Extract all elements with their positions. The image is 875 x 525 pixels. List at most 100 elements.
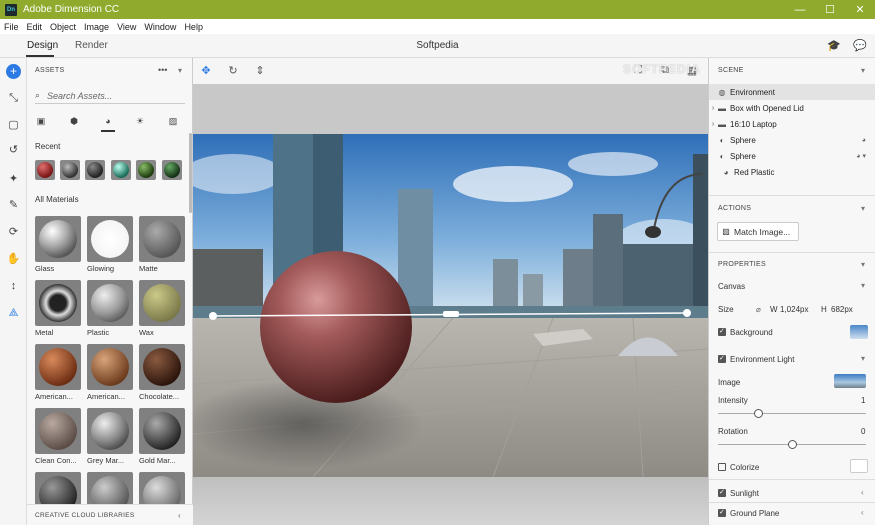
frame-tool-icon[interactable]: ▢ [6,118,21,133]
images-icon[interactable]: ▨ [167,115,179,127]
scene-item-environment[interactable]: ◍ Environment [709,84,875,100]
menu-edit[interactable]: Edit [27,22,43,32]
material-chocolate[interactable]: Chocolate... [139,344,185,401]
cc-libraries-bar[interactable]: CREATIVE CLOUD LIBRARIES ‹ [27,504,193,525]
material-grey-marble[interactable]: Grey Mar... [87,408,133,465]
select-tool-icon[interactable]: ⤡ [6,91,21,106]
background-thumbnail[interactable] [850,325,868,339]
menu-window[interactable]: Window [144,22,176,32]
height-input[interactable]: 682px [831,305,853,314]
intensity-slider-knob[interactable] [753,409,763,418]
maximize-button[interactable]: ☐ [815,0,845,19]
scale-tool-icon[interactable]: ⇕ [253,64,267,78]
ground-plane-row[interactable]: Ground Plane [718,508,779,518]
menu-image[interactable]: Image [84,22,109,32]
minimize-button[interactable]: — [785,0,815,19]
material-matte[interactable]: Matte [139,216,185,273]
active-tab-indicator [26,55,54,57]
recent-material-thumb[interactable] [35,160,55,180]
intensity-slider-track[interactable] [718,413,866,414]
menu-view[interactable]: View [117,22,136,32]
rotate-tool-icon[interactable]: ↻ [226,64,240,78]
search-assets[interactable]: ⌕ Search Assets... [35,88,185,104]
colorize-checkbox[interactable] [718,462,726,471]
add-icon[interactable]: + [6,64,21,79]
properties-collapse-icon[interactable]: ▾ [861,260,865,269]
rotation-slider-knob[interactable] [787,440,797,449]
tab-render[interactable]: Render [75,40,108,51]
chevron-left-icon[interactable]: ‹ [178,511,181,520]
material-glowing[interactable]: Glowing [87,216,133,273]
material-american-2[interactable]: American... [87,344,133,401]
match-image-button[interactable]: ▨ Match Image... [717,222,799,241]
tab-design[interactable]: Design [27,40,58,51]
magic-wand-icon[interactable]: ✦ [6,172,21,187]
pan-camera-icon[interactable]: ✋ [6,252,21,267]
recent-material-thumb[interactable] [136,160,156,180]
material-wax[interactable]: Wax [139,280,185,337]
actions-collapse-icon[interactable]: ▾ [861,204,865,213]
material-glass[interactable]: Glass [35,216,81,273]
orbit-tool-icon[interactable]: ↺ [6,143,21,158]
scene-collapse-icon[interactable]: ▾ [861,66,865,75]
scene-item-box[interactable]: › ▬ Box with Opened Lid [709,100,875,116]
scene-item-red-plastic[interactable]: ◕ Red Plastic [709,164,875,180]
shapes-icon[interactable]: ⬢ [68,115,80,127]
colorize-row[interactable]: Colorize [718,462,759,472]
scene-viewport[interactable] [193,134,708,477]
recent-material-thumb[interactable] [60,160,80,180]
sunlight-expand-icon[interactable]: ‹ [861,488,864,497]
intensity-value[interactable]: 1 [861,396,865,405]
ground-plane-expand-icon[interactable]: ‹ [861,508,864,517]
material-clean-concrete[interactable]: Clean Con... [35,408,81,465]
eyedropper-icon[interactable]: ✎ [6,198,21,213]
assets-scrollbar[interactable] [189,133,192,213]
colorize-swatch[interactable] [850,459,868,473]
material-thumb[interactable] [35,472,81,506]
search-input[interactable]: Search Assets... [47,91,112,101]
material-plastic[interactable]: Plastic [87,280,133,337]
scene-item-sphere-1[interactable]: ◐ Sphere ◕ [709,132,875,148]
background-row[interactable]: Background [718,327,773,337]
material-thumb[interactable] [139,472,185,506]
expand-icon[interactable]: › [709,121,717,128]
menu-file[interactable]: File [4,22,19,32]
environment-image-thumbnail[interactable] [834,374,866,388]
material-gold-marble[interactable]: Gold Mar... [139,408,185,465]
models-icon[interactable]: ▣ [35,115,47,127]
orbit-camera-icon[interactable]: ⟳ [6,225,21,240]
close-button[interactable]: ✕ [845,0,875,19]
environment-light-checkbox[interactable] [718,354,726,363]
ground-plane-checkbox[interactable] [718,508,726,517]
expand-icon[interactable]: › [709,105,717,112]
feedback-icon[interactable]: 💬 [853,39,867,53]
learn-icon[interactable]: 🎓 [827,39,841,53]
background-checkbox[interactable] [718,327,726,336]
horizon-tool-icon[interactable]: ⟁ [6,306,21,321]
environment-light-row[interactable]: Environment Light [718,354,794,364]
canvas-collapse-icon[interactable]: ▾ [861,281,865,290]
material-metal[interactable]: Metal [35,280,81,337]
rotation-value[interactable]: 0 [861,427,865,436]
material-american-1[interactable]: American... [35,344,81,401]
material-expand-icon[interactable]: ◕ ▾ [856,152,866,160]
menu-object[interactable]: Object [50,22,76,32]
sunlight-row[interactable]: Sunlight [718,488,759,498]
menu-help[interactable]: Help [184,22,203,32]
environment-light-collapse-icon[interactable]: ▾ [861,354,865,363]
material-thumb[interactable] [87,472,133,506]
link-icon[interactable]: ⌀ [756,305,761,314]
dolly-camera-icon[interactable]: ↕ [6,279,21,294]
lights-icon[interactable]: ☀ [134,115,146,127]
materials-icon[interactable]: ◕ [102,115,114,127]
scene-item-laptop[interactable]: › ▬ 16:10 Laptop [709,116,875,132]
recent-material-thumb[interactable] [162,160,182,180]
recent-material-thumb[interactable] [85,160,105,180]
move-tool-icon[interactable]: ✥ [199,64,213,78]
scene-item-sphere-2[interactable]: ◐ Sphere ◕ ▾ [709,148,875,164]
more-options-icon[interactable]: ••• [158,65,167,75]
width-input[interactable]: 1,024px [780,305,808,314]
sunlight-checkbox[interactable] [718,488,726,497]
collapse-icon[interactable]: ▾ [178,66,182,75]
recent-material-thumb[interactable] [111,160,131,180]
